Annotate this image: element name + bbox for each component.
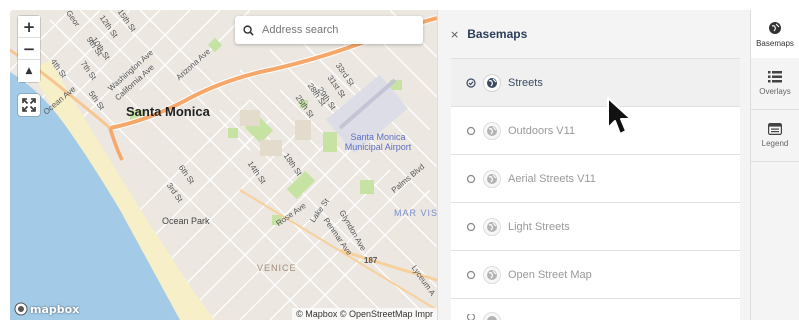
close-icon[interactable]: × (450, 28, 459, 41)
radio-empty-icon (466, 222, 476, 232)
globe-icon (483, 217, 501, 236)
basemap-option-open-street-map[interactable]: Open Street Map (451, 250, 740, 298)
basemap-label: Outdoors V11 (508, 124, 576, 137)
radio-empty-icon (466, 126, 476, 136)
basemap-label: Open Street Map (508, 268, 592, 281)
panel-title: Basemaps (467, 27, 528, 41)
map-attribution[interactable]: © Mapbox © OpenStreetMap Impr (292, 308, 437, 320)
tab-label: Basemaps (756, 38, 794, 48)
mapbox-wordmark: mapbox (30, 302, 80, 316)
map-tiles[interactable] (10, 10, 437, 320)
basemap-option-outdoors[interactable]: Outdoors V11 (451, 106, 740, 154)
legend-icon (768, 123, 782, 135)
mapbox-logo[interactable]: mapbox (14, 302, 79, 316)
tab-overlays[interactable]: Overlays (751, 58, 799, 110)
radio-empty-icon (466, 314, 476, 320)
mapbox-icon (14, 302, 28, 316)
zoom-out-button[interactable]: − (18, 38, 40, 60)
basemap-option-next[interactable] (451, 298, 740, 320)
list-icon (768, 71, 782, 83)
compass-button[interactable]: ▲ (18, 60, 40, 82)
panel-header: × Basemaps (438, 10, 750, 58)
mouse-cursor-icon (607, 97, 632, 135)
basemap-option-streets[interactable]: Streets (451, 58, 740, 106)
globe-icon (483, 312, 501, 320)
tab-basemaps[interactable]: Basemaps (751, 10, 799, 58)
globe-icon (483, 73, 501, 92)
search-input[interactable] (262, 24, 412, 36)
tab-label: Legend (761, 139, 789, 148)
globe-icon (769, 21, 781, 34)
tab-legend[interactable]: Legend (751, 110, 799, 162)
zoom-in-button[interactable]: + (18, 16, 40, 38)
search-icon (243, 24, 254, 36)
basemap-label: Streets (508, 76, 543, 89)
basemap-option-light-streets[interactable]: Light Streets (451, 202, 740, 250)
globe-icon (483, 169, 501, 188)
check-circle-icon (466, 77, 476, 88)
side-tabs: Basemaps Overlays Legend (750, 10, 799, 320)
basemap-label: Aerial Streets V11 (508, 172, 596, 185)
basemaps-panel: × Basemaps Streets Outdoors V11 Aerial S… (437, 10, 750, 320)
fullscreen-icon (22, 98, 36, 112)
basemap-option-aerial-streets[interactable]: Aerial Streets V11 (451, 154, 740, 202)
address-search[interactable] (235, 16, 423, 44)
radio-empty-icon (466, 270, 476, 280)
tab-label: Overlays (759, 87, 791, 96)
zoom-controls: + − ▲ (18, 16, 40, 82)
radio-empty-icon (466, 174, 476, 184)
globe-icon (483, 121, 501, 140)
fullscreen-button[interactable] (18, 94, 40, 116)
basemap-label: Light Streets (508, 220, 570, 233)
globe-icon (483, 265, 501, 284)
map-view[interactable]: Santa Monica Ocean Park VENICE Santa Mon… (10, 10, 437, 320)
basemap-list: Streets Outdoors V11 Aerial Streets V11 (451, 58, 740, 320)
